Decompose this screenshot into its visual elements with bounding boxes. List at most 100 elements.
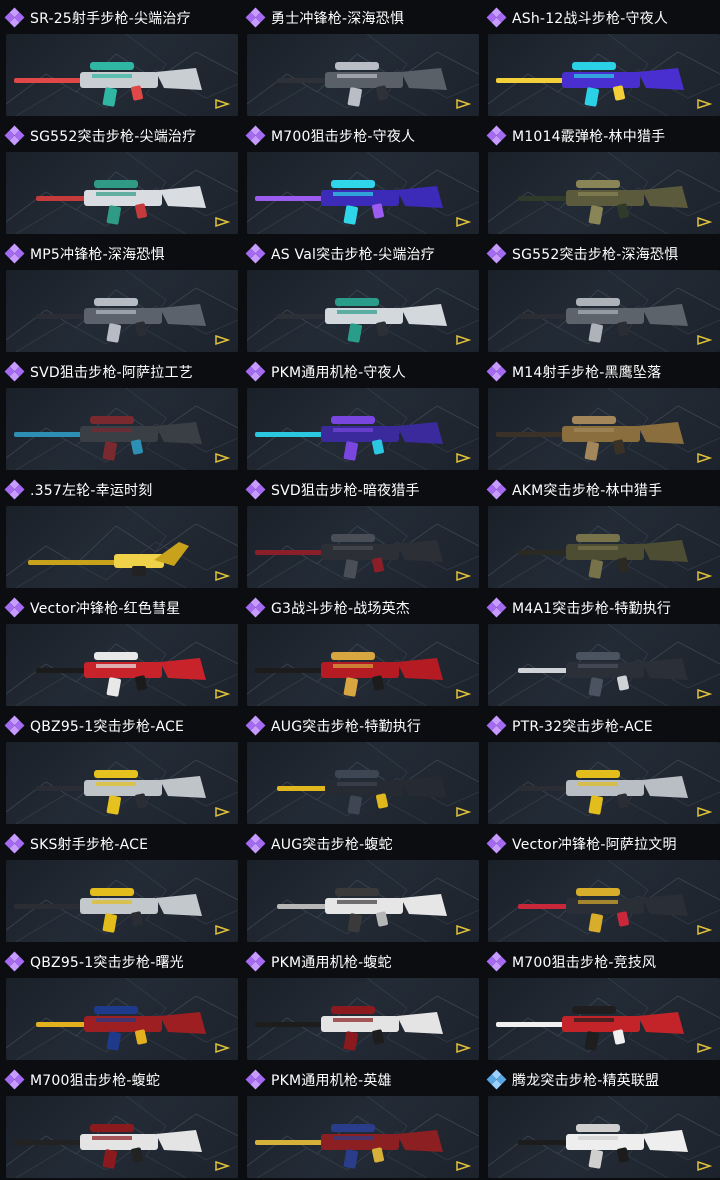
skin-name: Vector冲锋枪-阿萨拉文明: [512, 837, 677, 853]
skin-name: M1014霰弹枪-林中猎手: [512, 129, 666, 145]
weapon-skin-image: [14, 888, 202, 933]
corner-badge-icon: [456, 452, 471, 464]
skin-tile[interactable]: SG552突击步枪-深海恐惧: [482, 236, 720, 354]
skin-tile[interactable]: SKS射手步枪-ACE: [0, 826, 238, 944]
skin-tile[interactable]: ASh-12战斗步枪-守夜人: [482, 0, 720, 118]
weapon-preview-card[interactable]: [488, 152, 720, 234]
weapon-preview-card[interactable]: [247, 270, 479, 352]
tile-header: SVD狙击步枪-阿萨拉工艺: [4, 360, 193, 384]
corner-badge-icon: [456, 216, 471, 228]
weapon-preview-card[interactable]: [247, 506, 479, 588]
skin-tile[interactable]: PKM通用机枪-蝮蛇: [241, 944, 479, 1062]
skin-tile[interactable]: M4A1突击步枪-特勤执行: [482, 590, 720, 708]
weapon-preview-card[interactable]: [247, 978, 479, 1060]
skin-tile[interactable]: SG552突击步枪-尖端治疗: [0, 118, 238, 236]
weapon-skin-image: [36, 298, 206, 343]
skin-tile[interactable]: M700狙击步枪-蝮蛇: [0, 1062, 238, 1180]
weapon-preview-card[interactable]: [247, 34, 479, 116]
skin-tile[interactable]: M14射手步枪-黑鹰坠落: [482, 354, 720, 472]
rarity-purple-diamond-icon: [4, 833, 25, 854]
skin-tile[interactable]: PKM通用机枪-英雄: [241, 1062, 479, 1180]
skin-name: M14射手步枪-黑鹰坠落: [512, 365, 662, 381]
weapon-preview-card[interactable]: [6, 152, 238, 234]
skin-tile[interactable]: Vector冲锋枪-阿萨拉文明: [482, 826, 720, 944]
weapon-preview-card[interactable]: [6, 34, 238, 116]
weapon-preview-card[interactable]: [247, 860, 479, 942]
skin-name: SVD狙击步枪-暗夜猎手: [271, 483, 420, 499]
weapon-preview-card[interactable]: [488, 388, 720, 470]
weapon-preview-card[interactable]: [488, 34, 720, 116]
skin-tile[interactable]: PKM通用机枪-守夜人: [241, 354, 479, 472]
weapon-preview-card[interactable]: [488, 978, 720, 1060]
corner-badge-icon: [697, 688, 712, 700]
skin-tile[interactable]: AS Val突击步枪-尖端治疗: [241, 236, 479, 354]
skin-tile[interactable]: AUG突击步枪-特勤执行: [241, 708, 479, 826]
skin-tile[interactable]: M1014霰弹枪-林中猎手: [482, 118, 720, 236]
corner-badge-icon: [215, 452, 230, 464]
weapon-skin-image: [496, 1006, 684, 1051]
skin-name: 腾龙突击步枪-精英联盟: [512, 1073, 660, 1089]
corner-badge-icon: [215, 216, 230, 228]
weapon-preview-card[interactable]: [6, 624, 238, 706]
skin-tile[interactable]: .357左轮-幸运时刻: [0, 472, 238, 590]
skin-name: SR-25射手步枪-尖端治疗: [30, 11, 191, 27]
weapon-preview-card[interactable]: [6, 506, 238, 588]
tile-header: QBZ95-1突击步枪-ACE: [4, 714, 184, 738]
weapon-preview-card[interactable]: [488, 270, 720, 352]
weapon-preview-card[interactable]: [247, 624, 479, 706]
rarity-purple-diamond-icon: [486, 479, 507, 500]
weapon-preview-card[interactable]: [6, 742, 238, 824]
tile-header: M700狙击步枪-蝮蛇: [4, 1068, 160, 1092]
skin-tile[interactable]: M700狙击步枪-守夜人: [241, 118, 479, 236]
tile-header: AUG突击步枪-特勤执行: [245, 714, 421, 738]
skin-tile[interactable]: SR-25射手步枪-尖端治疗: [0, 0, 238, 118]
weapon-preview-card[interactable]: [488, 506, 720, 588]
corner-badge-icon: [697, 98, 712, 110]
weapon-preview-card[interactable]: [6, 860, 238, 942]
tile-header: Vector冲锋枪-红色彗星: [4, 596, 180, 620]
tile-header: AS Val突击步枪-尖端治疗: [245, 242, 435, 266]
weapon-preview-card[interactable]: [6, 978, 238, 1060]
rarity-purple-diamond-icon: [4, 597, 25, 618]
weapon-preview-card[interactable]: [6, 388, 238, 470]
weapon-preview-card[interactable]: [247, 1096, 479, 1178]
skin-tile[interactable]: AUG突击步枪-蝮蛇: [241, 826, 479, 944]
weapon-preview-card[interactable]: [247, 742, 479, 824]
skin-tile[interactable]: SVD狙击步枪-暗夜猎手: [241, 472, 479, 590]
weapon-skin-image: [28, 542, 189, 576]
tile-header: ASh-12战斗步枪-守夜人: [486, 6, 668, 30]
rarity-purple-diamond-icon: [245, 951, 266, 972]
weapon-preview-card[interactable]: [247, 388, 479, 470]
weapon-preview-card[interactable]: [488, 742, 720, 824]
skin-tile[interactable]: Vector冲锋枪-红色彗星: [0, 590, 238, 708]
weapon-preview-card[interactable]: [6, 1096, 238, 1178]
weapon-preview-card[interactable]: [6, 270, 238, 352]
skin-name: MP5冲锋枪-深海恐惧: [30, 247, 165, 263]
rarity-purple-diamond-icon: [4, 951, 25, 972]
skin-tile[interactable]: SVD狙击步枪-阿萨拉工艺: [0, 354, 238, 472]
skin-tile[interactable]: 勇士冲锋枪-深海恐惧: [241, 0, 479, 118]
skin-tile[interactable]: QBZ95-1突击步枪-曙光: [0, 944, 238, 1062]
skin-name: AKM突击步枪-林中猎手: [512, 483, 663, 499]
skin-tile[interactable]: 腾龙突击步枪-精英联盟: [482, 1062, 720, 1180]
skin-tile[interactable]: QBZ95-1突击步枪-ACE: [0, 708, 238, 826]
tile-header: Vector冲锋枪-阿萨拉文明: [486, 832, 677, 856]
weapon-preview-card[interactable]: [488, 1096, 720, 1178]
skin-name: QBZ95-1突击步枪-ACE: [30, 719, 184, 735]
weapon-preview-card[interactable]: [488, 624, 720, 706]
skin-name: QBZ95-1突击步枪-曙光: [30, 955, 184, 971]
corner-badge-icon: [697, 334, 712, 346]
weapon-preview-card[interactable]: [488, 860, 720, 942]
skin-name: AS Val突击步枪-尖端治疗: [271, 247, 435, 263]
skin-tile[interactable]: MP5冲锋枪-深海恐惧: [0, 236, 238, 354]
weapon-skin-image: [518, 298, 688, 343]
skin-tile[interactable]: M700狙击步枪-竞技风: [482, 944, 720, 1062]
skin-tile[interactable]: AKM突击步枪-林中猎手: [482, 472, 720, 590]
tile-header: SKS射手步枪-ACE: [4, 832, 148, 856]
skin-tile[interactable]: PTR-32突击步枪-ACE: [482, 708, 720, 826]
skin-tile[interactable]: G3战斗步枪-战场英杰: [241, 590, 479, 708]
rarity-purple-diamond-icon: [486, 715, 507, 736]
weapon-preview-card[interactable]: [247, 152, 479, 234]
rarity-purple-diamond-icon: [245, 479, 266, 500]
skin-name: PKM通用机枪-英雄: [271, 1073, 392, 1089]
